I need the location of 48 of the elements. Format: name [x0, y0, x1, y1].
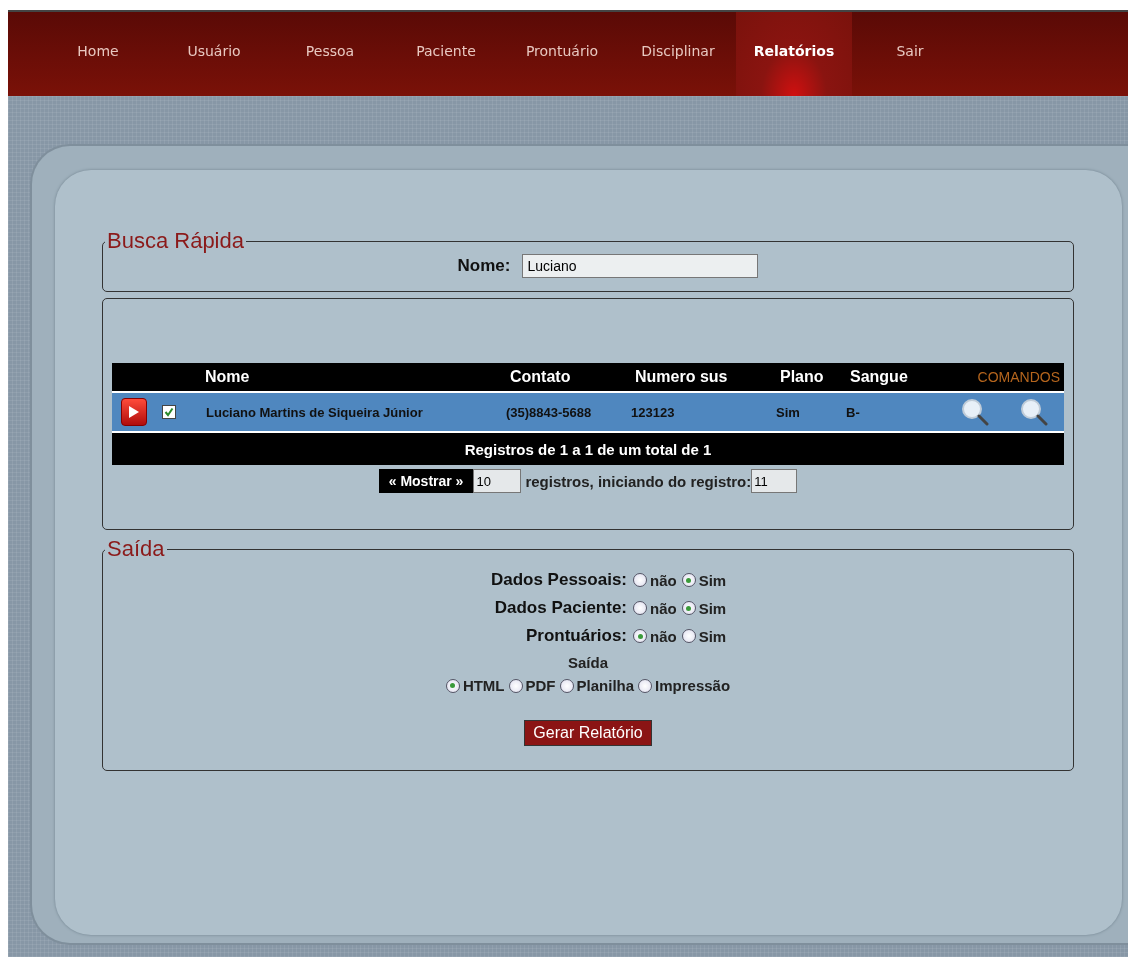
- format-title: Saída: [567, 654, 609, 671]
- table-cell: 123123: [625, 392, 770, 432]
- play-icon: [128, 405, 140, 419]
- option-label: Prontuários:: [524, 626, 628, 646]
- pager-text: registros, iniciando do registro:: [525, 472, 752, 490]
- nav-link[interactable]: Paciente: [388, 12, 504, 96]
- radio-option[interactable]: não: [633, 599, 677, 617]
- nav-link[interactable]: Disciplinar: [620, 12, 736, 96]
- radio-option[interactable]: não: [633, 571, 677, 589]
- column-header: Sangue: [840, 363, 945, 392]
- fieldset-legend: Busca Rápida: [105, 228, 246, 254]
- radio-option[interactable]: PDF: [508, 677, 556, 694]
- table-cell: (35)8843-5688: [500, 392, 625, 432]
- column-header: COMANDOS: [945, 363, 1064, 392]
- start-input-field[interactable]: 11: [751, 469, 798, 493]
- option-label: Dados Paciente:: [493, 598, 628, 618]
- play-button[interactable]: [121, 398, 147, 426]
- radio-option[interactable]: Impressão: [638, 677, 731, 694]
- fieldset-legend: Saída: [105, 536, 167, 562]
- table-cell: B-: [840, 392, 945, 432]
- show-button[interactable]: « Mostrar »: [378, 469, 474, 493]
- radio-option[interactable]: Planilha: [559, 677, 635, 694]
- table-footer: Registros de 1 a 1 de um total de 1: [112, 432, 1064, 465]
- magnifier-icon[interactable]: [961, 398, 990, 426]
- generate-report-button[interactable]: Gerar Relatório: [524, 720, 652, 746]
- nav-link[interactable]: Pessoa: [272, 12, 388, 96]
- nav-link[interactable]: Home: [40, 12, 156, 96]
- radio-option[interactable]: Sim: [681, 627, 727, 645]
- radio-option[interactable]: HTML: [445, 677, 505, 694]
- table-cell: Luciano Martins de Siqueira Júnior: [195, 392, 500, 432]
- name-input-field[interactable]: Luciano: [522, 254, 759, 278]
- column-header: Nome: [195, 363, 500, 392]
- count-input-field[interactable]: 10: [473, 469, 522, 493]
- column-header: Plano: [770, 363, 840, 392]
- nav-link[interactable]: Sair: [852, 12, 968, 96]
- radio-option[interactable]: não: [633, 627, 677, 645]
- nav-link[interactable]: Usuário: [156, 12, 272, 96]
- nav-link[interactable]: Prontuário: [504, 12, 620, 96]
- row-checkbox[interactable]: [162, 405, 176, 419]
- column-header: Contato: [500, 363, 625, 392]
- option-label: Dados Pessoais:: [489, 570, 628, 590]
- radio-option[interactable]: Sim: [681, 571, 727, 589]
- field-label: Nome:: [457, 256, 511, 276]
- magnifier-icon[interactable]: [1019, 398, 1048, 426]
- column-header: Numero sus: [625, 363, 770, 392]
- nav-link[interactable]: Relatórios: [736, 12, 852, 96]
- radio-option[interactable]: Sim: [681, 599, 727, 617]
- table-cell: Sim: [770, 392, 840, 432]
